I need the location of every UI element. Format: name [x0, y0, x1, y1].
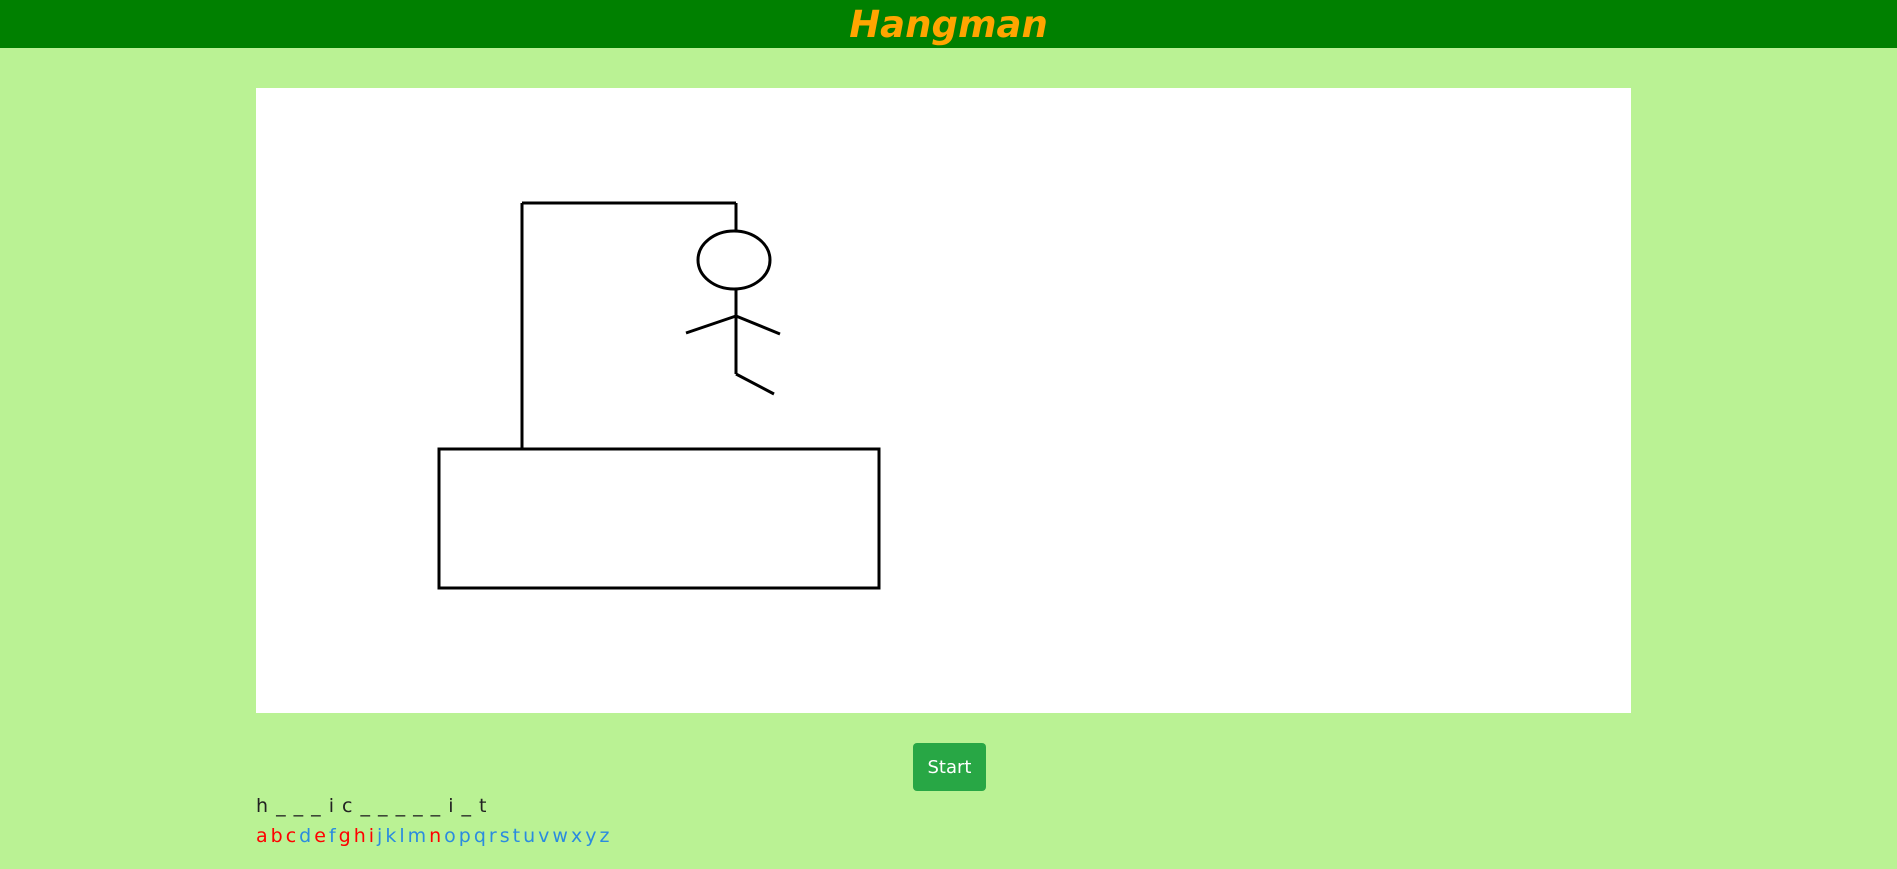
letter-w[interactable]: w: [552, 825, 568, 847]
letter-k[interactable]: k: [385, 825, 396, 847]
hangman-right-arm: [735, 314, 781, 336]
hangman-drawing: [437, 201, 881, 590]
letter-e[interactable]: e: [314, 825, 326, 847]
hangman-right-leg: [735, 372, 775, 396]
letter-g[interactable]: g: [339, 825, 351, 847]
letter-p[interactable]: p: [459, 825, 471, 847]
letter-i[interactable]: i: [369, 825, 374, 847]
letter-q[interactable]: q: [474, 825, 486, 847]
letter-j[interactable]: j: [377, 825, 382, 847]
letter-m[interactable]: m: [408, 825, 427, 847]
letter-h[interactable]: h: [354, 825, 366, 847]
letter-c[interactable]: c: [286, 825, 296, 847]
letter-u[interactable]: u: [523, 825, 535, 847]
letter-d[interactable]: d: [299, 825, 311, 847]
letter-z[interactable]: z: [599, 825, 609, 847]
letter-x[interactable]: x: [571, 825, 582, 847]
letter-a[interactable]: a: [256, 825, 268, 847]
letter-n[interactable]: n: [429, 825, 441, 847]
hangman-left-arm: [685, 314, 737, 335]
letter-picker: abcdefghijklmnopqrstuvwxyz: [256, 825, 612, 847]
letter-b[interactable]: b: [271, 825, 283, 847]
letter-o[interactable]: o: [444, 825, 456, 847]
letter-f[interactable]: f: [329, 825, 336, 847]
letter-v[interactable]: v: [538, 825, 549, 847]
letter-l[interactable]: l: [399, 825, 404, 847]
word-display: h _ _ _ i c _ _ _ _ _ i _ t: [256, 795, 488, 817]
page-title: Hangman: [849, 3, 1048, 46]
letter-r[interactable]: r: [489, 825, 497, 847]
letter-t[interactable]: t: [513, 825, 520, 847]
letter-s[interactable]: s: [500, 825, 510, 847]
start-button[interactable]: Start: [913, 743, 986, 791]
header-bar: Hangman: [0, 0, 1897, 48]
letter-y[interactable]: y: [585, 825, 596, 847]
hangman-head: [696, 229, 772, 291]
game-board: [256, 88, 1631, 713]
gallows-base: [437, 447, 881, 590]
